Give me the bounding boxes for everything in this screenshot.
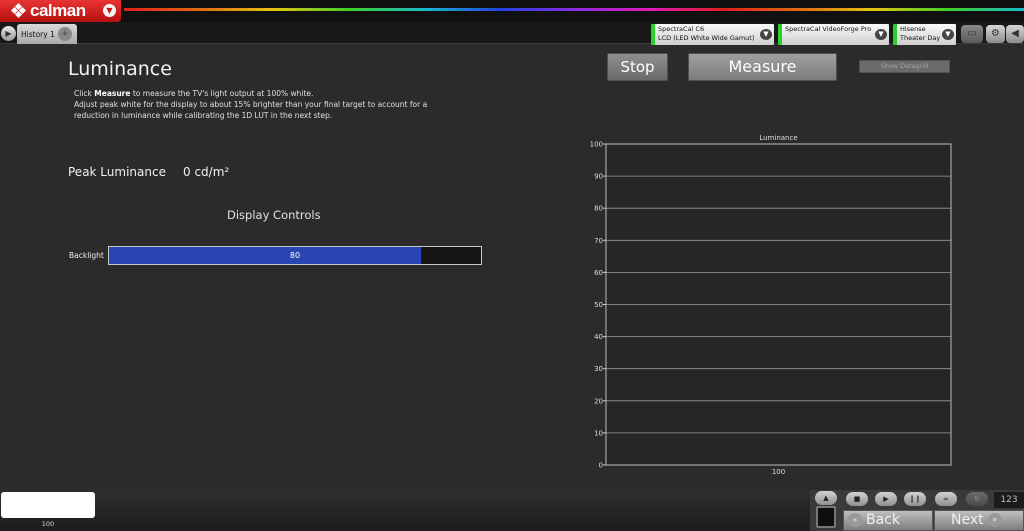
y-tick-label: 80 xyxy=(594,205,603,213)
stop-button[interactable]: Stop xyxy=(607,53,668,81)
collapse-arrow-icon[interactable]: ◀ xyxy=(1006,25,1024,43)
y-tick-label: 30 xyxy=(594,365,603,373)
peak-luminance-label: Peak Luminance xyxy=(68,165,166,179)
refresh-icon[interactable]: ↻ xyxy=(966,492,988,506)
read-continuous-icon[interactable]: ❙❙ xyxy=(904,492,926,506)
y-tick-label: 0 xyxy=(599,462,603,470)
chevron-down-icon: ▼ xyxy=(875,29,887,40)
chart-title: Luminance xyxy=(759,134,797,142)
stop-icon[interactable]: ■ xyxy=(846,492,868,506)
rainbow-strip xyxy=(124,8,1024,11)
next-button[interactable]: Next» xyxy=(934,510,1024,531)
y-tick-label: 10 xyxy=(594,429,603,437)
chevron-down-icon: ▼ xyxy=(760,29,772,40)
play-sidebar-icon[interactable]: ▶ xyxy=(1,26,16,41)
play-icon[interactable]: ▶ xyxy=(875,492,897,506)
top-bar: calman ▼ xyxy=(0,0,1024,22)
back-button[interactable]: « Back xyxy=(843,510,933,531)
add-tab-button[interactable]: + xyxy=(58,27,72,41)
instructions-suffix: to measure the TV's light output at 100%… xyxy=(130,89,314,98)
y-tick-label: 40 xyxy=(594,333,603,341)
pattern-swatch-label: 100 xyxy=(41,520,55,528)
meter-name: SpectraCal C6 xyxy=(658,25,705,33)
gear-icon[interactable]: ⚙ xyxy=(986,25,1005,43)
source-selector[interactable]: SpectraCal VideoForge Pro ▼ xyxy=(778,24,889,45)
eject-icon[interactable]: ▲ xyxy=(815,491,837,505)
loop-icon[interactable]: ∞ xyxy=(935,492,957,506)
mini-screen-icon xyxy=(816,506,836,528)
next-label: Next xyxy=(951,512,984,528)
peak-luminance-value: 0 cd/m² xyxy=(183,165,230,179)
y-tick-label: 70 xyxy=(594,237,603,245)
calman-logo[interactable]: calman ▼ xyxy=(0,0,121,22)
back-label: Back xyxy=(866,512,900,528)
next-arrow-icon: » xyxy=(987,513,1002,527)
backlight-slider[interactable]: 80 xyxy=(108,246,482,265)
y-tick-label: 100 xyxy=(590,141,603,149)
meter-mode: LCD (LED White Wide Gamut) xyxy=(658,34,755,42)
pattern-swatch[interactable] xyxy=(1,492,95,518)
y-tick-label: 60 xyxy=(594,269,603,277)
monitor-icon[interactable]: ▭ xyxy=(961,25,983,43)
instructions-line-2: Adjust peak white for the display to abo… xyxy=(74,100,428,109)
y-tick-label: 20 xyxy=(594,397,603,405)
source-name: SpectraCal VideoForge Pro xyxy=(785,25,872,33)
display-controls-heading: Display Controls xyxy=(227,208,321,222)
tab-row: ▶ History 1 + SpectraCal C6 LCD (LED Whi… xyxy=(0,22,1024,45)
chevron-down-icon: ▼ xyxy=(942,29,954,40)
instructions-prefix: Click xyxy=(74,89,95,98)
x-tick-label: 100 xyxy=(772,468,785,476)
calman-window: calman ▼ ▶ History 1 + SpectraCal C6 LCD… xyxy=(0,0,1024,531)
app-menu-chevron-icon[interactable]: ▼ xyxy=(103,4,116,17)
instructions-line-3: reduction in luminance while calibrating… xyxy=(74,111,333,120)
backlight-label: Backlight xyxy=(69,251,104,260)
instructions-text: Click Measure to measure the TV's light … xyxy=(74,88,494,121)
y-tick-label: 90 xyxy=(594,173,603,181)
luminance-chart: Luminance 0 10 20 30 40 50 60 70 80 90 100 100 xyxy=(590,134,952,476)
instructions-bold-measure: Measure xyxy=(94,89,131,98)
show-datagrid-button[interactable]: Show Datagrid xyxy=(859,60,950,73)
calman-diamond-icon xyxy=(10,2,27,19)
measure-button[interactable]: Measure xyxy=(688,53,837,81)
backlight-value: 80 xyxy=(289,251,301,260)
display-selector[interactable]: Hisense Theater Day ▼ xyxy=(893,24,956,45)
meter-selector[interactable]: SpectraCal C6 LCD (LED White Wide Gamut)… xyxy=(651,24,774,45)
page-title: Luminance xyxy=(68,58,172,80)
y-tick-label: 50 xyxy=(594,301,603,309)
counter-display: 123 xyxy=(994,492,1024,508)
back-arrow-icon: « xyxy=(848,513,862,527)
brand-name: calman xyxy=(30,1,86,20)
